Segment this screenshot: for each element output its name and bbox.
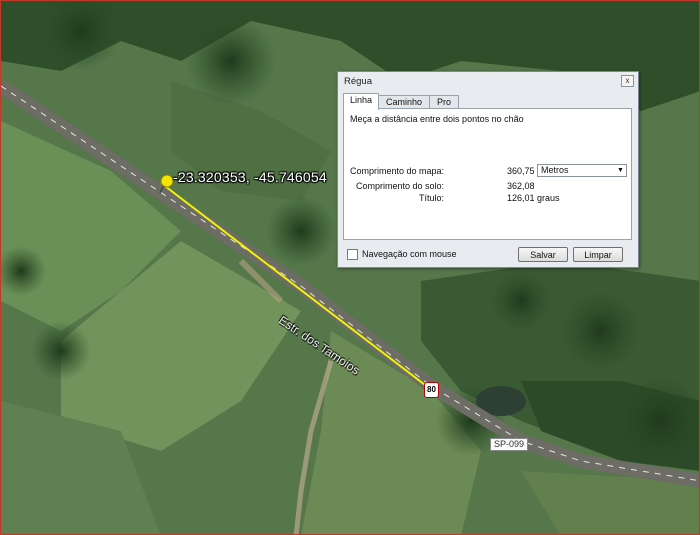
tab-linha[interactable]: Linha bbox=[343, 93, 379, 110]
tab-caminho[interactable]: Caminho bbox=[378, 95, 430, 109]
save-button[interactable]: Salvar bbox=[518, 247, 568, 262]
clear-button[interactable]: Limpar bbox=[573, 247, 623, 262]
heading-label: Título: bbox=[418, 193, 444, 203]
unit-select[interactable]: Metros ▼ bbox=[537, 164, 627, 177]
tab-pro[interactable]: Pro bbox=[429, 95, 459, 109]
line-panel: Meça a distância entre dois pontos no ch… bbox=[343, 108, 632, 240]
unit-select-value: Metros bbox=[541, 165, 569, 175]
route-sp-label: SP-099 bbox=[490, 438, 529, 451]
mouse-navigation-label[interactable]: Navegação com mouse bbox=[362, 249, 457, 259]
ground-length-value: 362,08 bbox=[507, 181, 535, 191]
coordinates-label: -23.320353, -45.746054 bbox=[173, 169, 327, 185]
chevron-down-icon[interactable]: ▼ bbox=[615, 165, 626, 176]
map-length-value: 360,75 bbox=[507, 166, 535, 176]
ground-length-label: Comprimento do solo: bbox=[355, 181, 444, 191]
ruler-dialog: Régua x Linha Caminho Pro Meça a distânc… bbox=[337, 71, 639, 268]
mouse-navigation-checkbox[interactable] bbox=[347, 249, 358, 260]
map-length-label: Comprimento do mapa: bbox=[349, 166, 444, 176]
panel-description: Meça a distância entre dois pontos no ch… bbox=[350, 114, 524, 124]
close-icon[interactable]: x bbox=[621, 75, 634, 87]
heading-value: 126,01 graus bbox=[507, 193, 560, 203]
dialog-title: Régua bbox=[344, 76, 372, 87]
route-shield: 80 bbox=[424, 382, 439, 398]
